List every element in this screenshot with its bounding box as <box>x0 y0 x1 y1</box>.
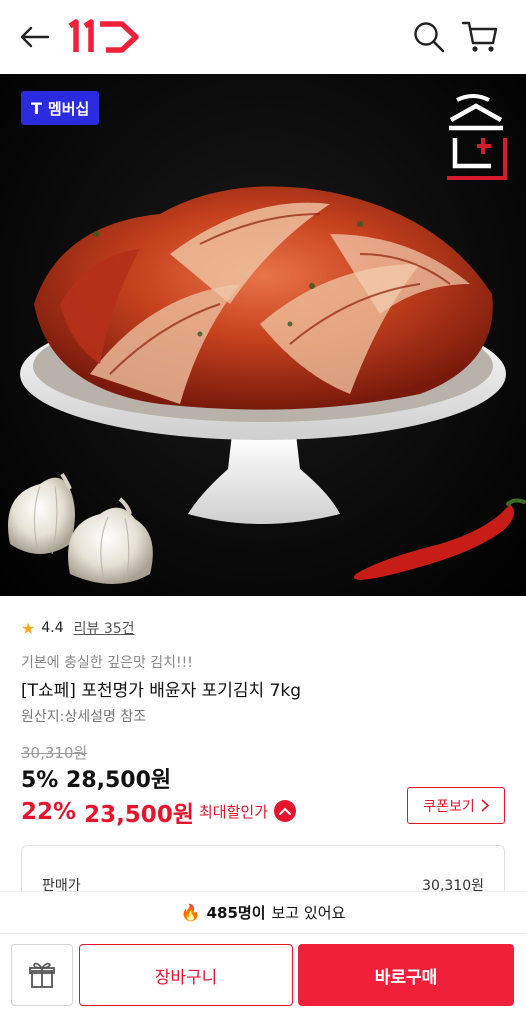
search-icon[interactable] <box>410 18 448 56</box>
arrow-left-icon <box>20 26 50 48</box>
max-discount-price: 23,500원 <box>84 802 194 828</box>
viewer-suffix: 보고 있어요 <box>271 904 346 922</box>
coupon-button[interactable]: 쿠폰보기 <box>407 787 505 824</box>
bottom-action-bar: 장바구니 바로구매 <box>0 933 526 1024</box>
rating-score: 4.4 <box>41 620 64 636</box>
add-to-cart-button[interactable]: 장바구니 <box>79 944 293 1006</box>
brand-logo-mark <box>447 94 507 180</box>
product-tagline: 기본에 충실한 깊은맛 김치!!! <box>21 655 193 671</box>
membership-t-mark: T <box>31 98 42 118</box>
discount-rate: 5% <box>21 768 59 793</box>
star-icon: ★ <box>21 618 36 638</box>
rating-row: ★ 4.4 리뷰 35건 <box>21 618 135 638</box>
discount-price: 28,500원 <box>66 768 172 793</box>
max-discount-price-row: 22% 23,500원 <box>21 795 194 829</box>
fire-icon: 🔥 <box>180 903 201 922</box>
discount-price-row: 5% 28,500원 <box>21 762 171 794</box>
original-price: 30,310원 <box>21 744 88 762</box>
chevron-up-icon <box>274 800 297 822</box>
product-title: [T쇼페] 포천명가 배윤자 포기김치 7kg <box>21 681 302 701</box>
app-header <box>0 0 526 74</box>
chevron-right-icon <box>481 799 489 812</box>
product-origin: 원산지:상세설명 참조 <box>21 709 147 725</box>
max-discount-label: 최대할인가 <box>199 802 269 821</box>
cart-icon[interactable] <box>460 16 500 56</box>
back-button[interactable] <box>14 20 54 54</box>
membership-badge: T 멤버십 <box>21 91 100 125</box>
review-link[interactable]: 리뷰 35건 <box>74 618 135 638</box>
viewer-count: 485명이 <box>206 904 266 922</box>
buy-now-button[interactable]: 바로구매 <box>298 944 514 1006</box>
membership-label: 멤버십 <box>47 99 90 118</box>
viewer-count-banner: 🔥 485명이 보고 있어요 <box>0 891 526 933</box>
max-discount-toggle[interactable]: 최대할인가 <box>199 800 297 822</box>
coupon-label: 쿠폰보기 <box>423 798 475 815</box>
product-image[interactable]: T 멤버십 <box>0 74 526 596</box>
gift-button[interactable] <box>11 944 73 1006</box>
max-discount-rate: 22% <box>21 799 77 825</box>
gift-icon <box>29 962 55 988</box>
11st-logo[interactable] <box>66 18 142 56</box>
